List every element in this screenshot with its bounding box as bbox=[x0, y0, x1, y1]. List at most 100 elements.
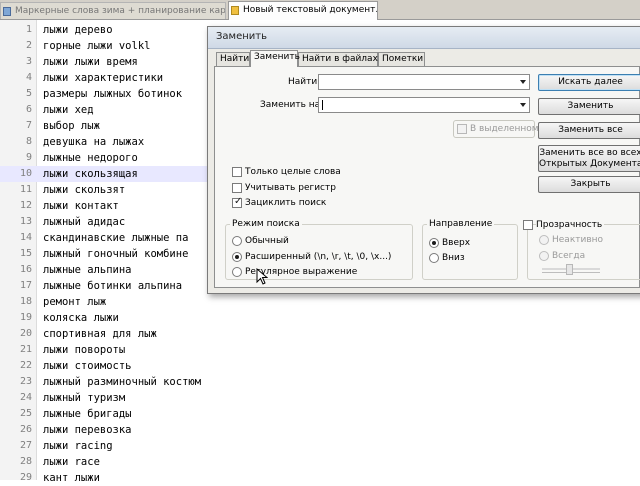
tab-new-text-document[interactable]: Новый текстовый документ.txt bbox=[228, 1, 378, 20]
direction-group: Направление bbox=[422, 219, 518, 280]
line-text[interactable]: лыжный туризм bbox=[43, 390, 125, 406]
transparency-checkbox[interactable] bbox=[523, 220, 533, 230]
find-next-button[interactable]: Искать далее bbox=[538, 74, 640, 91]
match-case-checkbox[interactable] bbox=[232, 183, 242, 193]
line-text[interactable]: ремонт лыж bbox=[43, 294, 106, 310]
search-mode-title: Режим поиска bbox=[230, 219, 302, 229]
line-text[interactable]: лыжи дерево bbox=[43, 22, 113, 38]
line-number: 3 bbox=[25, 56, 32, 67]
line-number: 5 bbox=[25, 88, 32, 99]
line-text[interactable]: лыжный разминочный костюм bbox=[43, 374, 201, 390]
direction-up-radio[interactable] bbox=[429, 238, 439, 248]
line-text[interactable]: лыжи характеристики bbox=[43, 70, 163, 86]
replace-label-btn: Заменить bbox=[567, 101, 614, 111]
line-text[interactable]: лыжи стоимость bbox=[43, 358, 132, 374]
line-text[interactable]: лыжи скользящая bbox=[43, 166, 138, 182]
checkmark-icon: ✓ bbox=[234, 196, 243, 207]
line-text[interactable]: выбор лыж bbox=[43, 118, 100, 134]
close-label: Закрыть bbox=[570, 179, 611, 189]
line-text[interactable]: кант лыжи bbox=[43, 470, 100, 486]
mode-extended-label: Расширенный (\n, \r, \t, \0, \x...) bbox=[245, 252, 392, 262]
line-text[interactable]: лыжи racing bbox=[43, 438, 113, 454]
direction-down-radio[interactable] bbox=[429, 253, 439, 263]
mode-extended-radio[interactable] bbox=[232, 252, 242, 262]
line-text[interactable]: девушка на лыжах bbox=[43, 134, 144, 150]
line-text[interactable]: лыжные альпина bbox=[43, 262, 132, 278]
line-number: 24 bbox=[19, 392, 32, 403]
line-text[interactable]: лыжи контакт bbox=[43, 198, 119, 214]
line-text[interactable]: лыжи скользят bbox=[43, 182, 125, 198]
replace-label: Заменить на: bbox=[260, 100, 324, 110]
dialog-title-bar[interactable]: Заменить bbox=[208, 27, 640, 49]
replace-all-button[interactable]: Заменить все bbox=[538, 122, 640, 139]
line-number: 18 bbox=[19, 296, 32, 307]
radio-selected-dot bbox=[432, 241, 436, 245]
line-text[interactable]: лыжный адидас bbox=[43, 214, 125, 230]
editor-line[interactable]: 23 лыжный разминочный костюм bbox=[0, 374, 640, 390]
line-number: 17 bbox=[19, 280, 32, 291]
line-text[interactable]: размеры лыжных ботинок bbox=[43, 86, 182, 102]
text-caret bbox=[322, 100, 323, 110]
slider-thumb[interactable] bbox=[566, 264, 573, 275]
wrap-around-checkbox[interactable]: ✓ bbox=[232, 196, 243, 208]
line-text[interactable]: лыжи повороты bbox=[43, 342, 125, 358]
line-number: 10 bbox=[19, 168, 32, 179]
line-text[interactable]: горные лыжи volkl bbox=[43, 38, 150, 54]
line-text[interactable]: лыжи хед bbox=[43, 102, 94, 118]
replace-input[interactable] bbox=[318, 97, 530, 113]
mode-normal-radio[interactable] bbox=[232, 236, 242, 246]
line-text[interactable]: коляска лыжи bbox=[43, 310, 119, 326]
editor-line[interactable]: 19 коляска лыжи bbox=[0, 310, 640, 326]
find-input[interactable] bbox=[318, 74, 530, 90]
line-text[interactable]: лыжные ботинки альпина bbox=[43, 278, 182, 294]
line-number: 7 bbox=[25, 120, 32, 131]
whole-words-checkbox[interactable] bbox=[232, 167, 242, 177]
line-text[interactable]: лыжный гоночный комбине bbox=[43, 246, 188, 262]
editor-line[interactable]: 27 лыжи racing bbox=[0, 438, 640, 454]
line-text[interactable]: лыжные недорого bbox=[43, 150, 138, 166]
line-number: 16 bbox=[19, 264, 32, 275]
replace-all-open-docs-button[interactable]: Заменить все во всех Открытых Документах bbox=[538, 145, 640, 172]
close-button[interactable]: Закрыть bbox=[538, 176, 640, 193]
replace-dialog: Заменить Найти Заменить Найти в файлах П… bbox=[207, 26, 640, 294]
editor-line[interactable]: 21 лыжи повороты bbox=[0, 342, 640, 358]
chevron-down-icon[interactable] bbox=[520, 80, 526, 84]
mode-regex-radio[interactable] bbox=[232, 267, 242, 277]
line-text[interactable]: лыжи race bbox=[43, 454, 100, 470]
line-number: 1 bbox=[25, 24, 32, 35]
chevron-down-icon[interactable] bbox=[520, 103, 526, 107]
transparency-inactive-label: Неактивно bbox=[552, 235, 604, 245]
transparency-inactive-radio[interactable] bbox=[539, 235, 549, 245]
editor-line[interactable]: 29 кант лыжи bbox=[0, 470, 640, 486]
line-number: 6 bbox=[25, 104, 32, 115]
editor-line[interactable]: 26 лыжи перевозка bbox=[0, 422, 640, 438]
line-number: 4 bbox=[25, 72, 32, 83]
editor-line[interactable]: 25 лыжные бригады bbox=[0, 406, 640, 422]
transparency-always-radio[interactable] bbox=[539, 251, 549, 261]
tab-find-in-files[interactable]: Найти в файлах bbox=[298, 52, 378, 66]
line-text[interactable]: лыжи перевозка bbox=[43, 422, 132, 438]
transparency-slider[interactable] bbox=[542, 264, 600, 275]
line-text[interactable]: спортивная для лыж bbox=[43, 326, 157, 342]
editor-line[interactable]: 18 ремонт лыж bbox=[0, 294, 640, 310]
direction-title: Направление bbox=[427, 219, 495, 229]
line-text[interactable]: скандинавские лыжные па bbox=[43, 230, 188, 246]
tab-markernye-slova[interactable]: Маркерные слова зима + планирование карт… bbox=[0, 2, 226, 19]
editor-line[interactable]: 20 спортивная для лыж bbox=[0, 326, 640, 342]
tab-find[interactable]: Найти bbox=[216, 52, 250, 66]
tab-label: Маркерные слова зима + планирование карт… bbox=[15, 6, 226, 16]
replace-button[interactable]: Заменить bbox=[538, 98, 640, 115]
replace-all-open-line2: Открытых Документах bbox=[539, 159, 640, 169]
editor-line[interactable]: 24 лыжный туризм bbox=[0, 390, 640, 406]
find-label: Найти: bbox=[288, 77, 321, 87]
line-text[interactable]: лыжные бригады bbox=[43, 406, 132, 422]
in-selection-checkbox[interactable] bbox=[457, 124, 467, 134]
editor-line[interactable]: 22 лыжи стоимость bbox=[0, 358, 640, 374]
line-number: 9 bbox=[25, 152, 32, 163]
find-next-label: Искать далее bbox=[558, 77, 623, 87]
line-text[interactable]: лыжи лыжи время bbox=[43, 54, 138, 70]
editor-line[interactable]: 28 лыжи race bbox=[0, 454, 640, 470]
tab-replace[interactable]: Заменить bbox=[250, 50, 300, 67]
tab-marks[interactable]: Пометки bbox=[378, 52, 425, 66]
transparency-always-label: Всегда bbox=[552, 251, 586, 261]
